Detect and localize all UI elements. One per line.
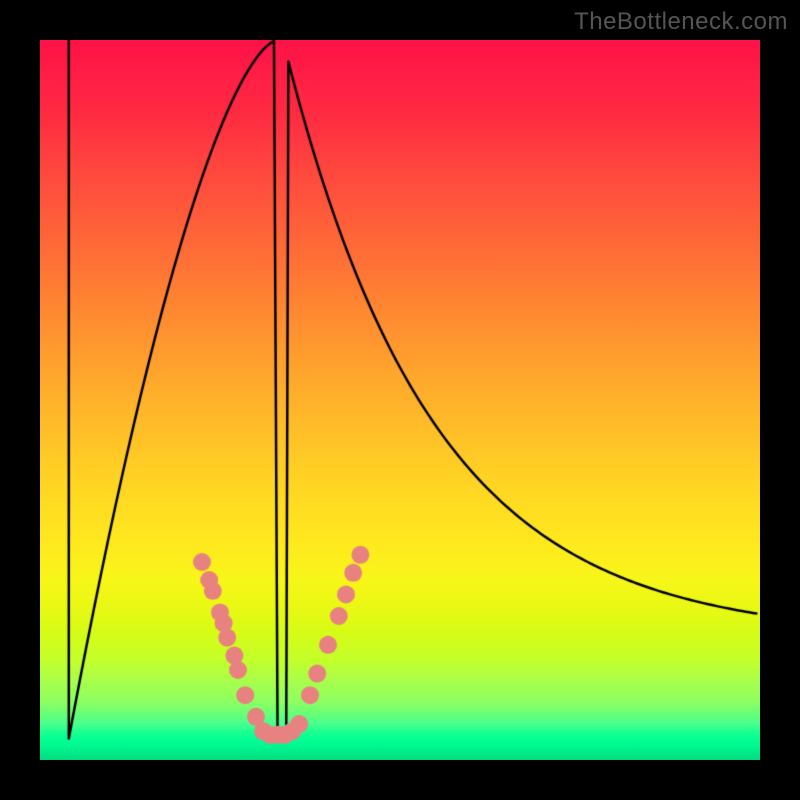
chart-container: TheBottleneck.com	[0, 0, 800, 800]
curve-canvas	[40, 40, 760, 760]
watermark-text: TheBottleneck.com	[574, 8, 788, 36]
